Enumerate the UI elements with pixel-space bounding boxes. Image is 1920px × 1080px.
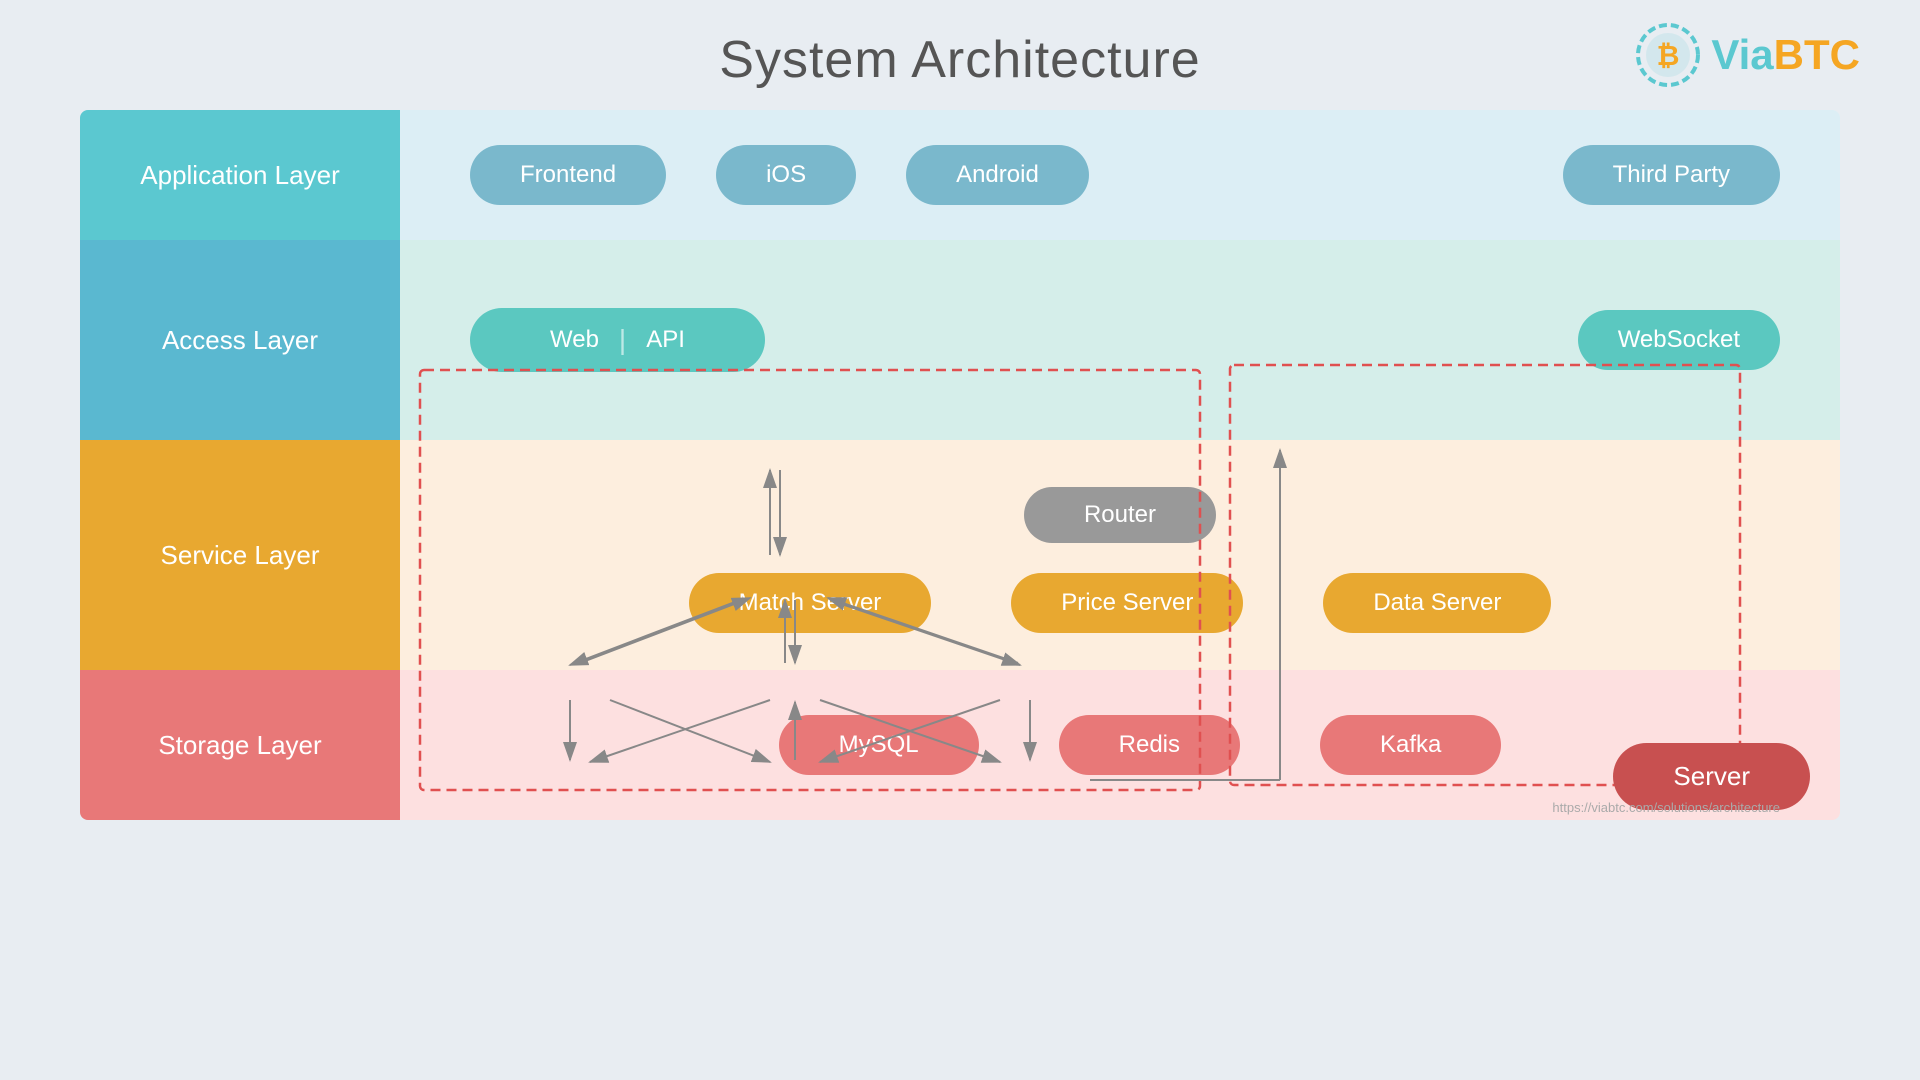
access-layer-row: Access Layer Web | API WebSocket (80, 240, 1840, 440)
kafka-pill: Kafka (1320, 715, 1501, 775)
mysql-pill: MySQL (779, 715, 979, 775)
ios-pill: iOS (716, 145, 856, 205)
logo-text: ViaBTC (1711, 31, 1860, 79)
bitcoin-icon: ₿ (1633, 20, 1703, 90)
application-layer-content: Frontend iOS Android Third Party (400, 110, 1840, 240)
server-pills: Match Server Price Server Data Server (689, 573, 1552, 633)
router-pill: Router (1024, 487, 1216, 543)
access-layer-content: Web | API WebSocket (400, 240, 1840, 440)
layers-container: Application Layer Frontend iOS Android T… (80, 110, 1840, 820)
storage-layer-label: Storage Layer (80, 670, 400, 820)
logo: ₿ ViaBTC (1633, 20, 1860, 90)
third-party-pill: Third Party (1563, 145, 1780, 205)
access-layer-label: Access Layer (80, 240, 400, 440)
application-layer-row: Application Layer Frontend iOS Android T… (80, 110, 1840, 240)
service-layer-content: Router Match Server Price Server Data Se… (400, 440, 1840, 670)
diagram-wrapper: Application Layer Frontend iOS Android T… (80, 110, 1840, 820)
storage-layer-row: Storage Layer MySQL Redis Kafka (80, 670, 1840, 820)
webapi-pill: Web | API (470, 308, 765, 372)
price-server-pill: Price Server (1011, 573, 1243, 633)
frontend-pill: Frontend (470, 145, 666, 205)
redis-pill: Redis (1059, 715, 1240, 775)
app-items: Frontend iOS Android Third Party (430, 145, 1810, 205)
match-server-pill: Match Server (689, 573, 932, 633)
svg-text:₿: ₿ (1657, 40, 1680, 71)
service-nodes: Router Match Server Price Server Data Se… (430, 477, 1810, 633)
page-title: System Architecture (719, 30, 1200, 90)
data-server-pill: Data Server (1323, 573, 1551, 633)
application-layer-label: Application Layer (80, 110, 400, 240)
service-layer-row: Service Layer Router Match Server Price … (80, 440, 1840, 670)
storage-nodes: MySQL Redis Kafka (779, 715, 1502, 775)
service-layer-label: Service Layer (80, 440, 400, 670)
android-pill: Android (906, 145, 1089, 205)
watermark: https://viabtc.com/solutions/architectur… (1552, 800, 1780, 815)
page-header: System Architecture ₿ ViaBTC (0, 0, 1920, 110)
websocket-pill: WebSocket (1578, 310, 1780, 370)
access-inner: Web | API WebSocket (430, 308, 1810, 372)
